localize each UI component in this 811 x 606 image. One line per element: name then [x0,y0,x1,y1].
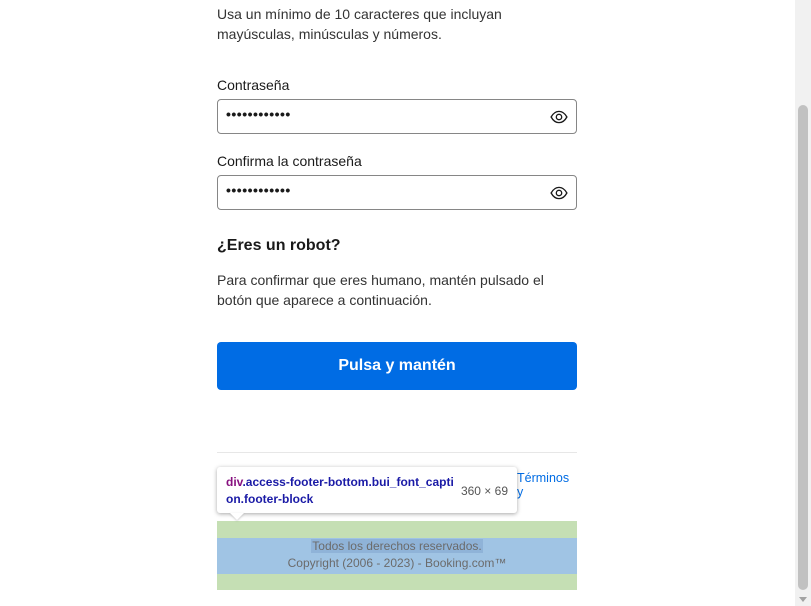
robot-description: Para confirmar que eres humano, mantén p… [217,272,544,308]
tooltip-classes: .access-footer-bottom.bui_font_caption.f… [226,475,454,506]
scrollbar-thumb[interactable] [798,105,808,590]
copyright-text: Copyright (2006 - 2023) - Booking.com™ [287,556,507,570]
divider [217,452,577,453]
tooltip-selector: div.access-footer-bottom.bui_font_captio… [226,474,456,508]
footer-block: Todos los derechos reservados. Copyright… [217,521,577,590]
confirm-password-label: Confirma la contraseña [217,153,362,169]
eye-icon[interactable] [550,108,568,126]
devtools-inspect-tooltip: div.access-footer-bottom.bui_font_captio… [217,467,517,513]
password-field[interactable]: •••••••••••• [217,99,577,134]
password-hint: Usa un mínimo de 10 caracteres que inclu… [217,6,502,42]
footer-content: Todos los derechos reservados. Copyright… [217,538,577,574]
rights-text: Todos los derechos reservados. [311,539,483,553]
confirm-password-field[interactable]: •••••••••••• [217,175,577,210]
scroll-down-arrow-icon[interactable] [799,597,807,602]
press-and-hold-button[interactable]: Pulsa y mantén [217,342,577,390]
eye-icon[interactable] [550,184,568,202]
password-label: Contraseña [217,77,290,93]
robot-heading: ¿Eres un robot? [217,237,341,254]
tooltip-dimensions: 360 × 69 [460,484,508,498]
confirm-password-value: •••••••••••• [226,182,291,198]
terms-link[interactable]: Términos y [517,471,577,499]
tooltip-tag: div [226,475,243,489]
tooltip-arrow [230,513,244,520]
password-value: •••••••••••• [226,106,291,122]
vertical-scrollbar[interactable] [795,0,811,606]
